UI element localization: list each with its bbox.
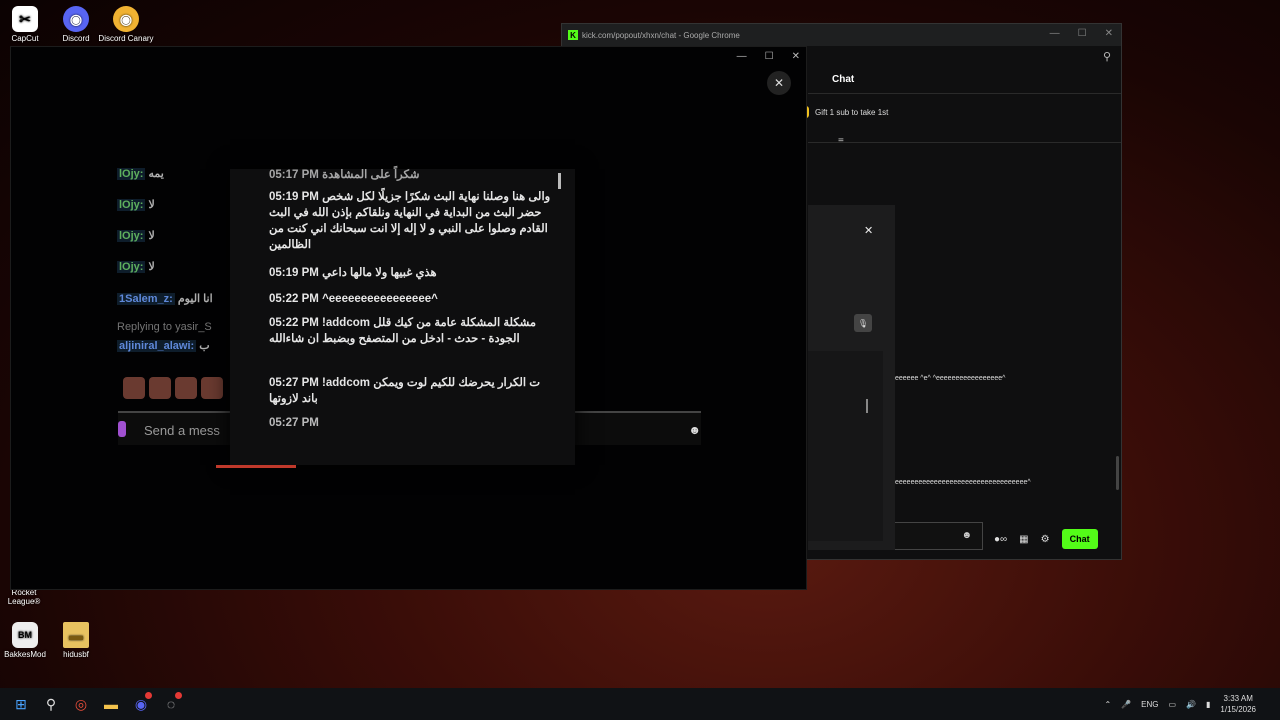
volume-icon[interactable]: 🔊 — [1186, 700, 1196, 709]
desktop-icon-label: hidusbf — [63, 650, 89, 659]
discord-taskbar-icon[interactable]: ◉ — [126, 688, 156, 720]
zoomed-image[interactable]: 05:17 PM شكراً على المشاهدة 05:19 PM وال… — [230, 169, 575, 465]
app-icon[interactable]: ◌ — [156, 688, 186, 720]
search-icon[interactable]: ⚲ — [36, 688, 66, 720]
zoomed-message: 05:22 PM ^eeeeeeeeeeeeeeee^ — [269, 293, 438, 305]
close-icon[interactable]: ✕ — [1105, 28, 1113, 39]
chrome-titlebar[interactable]: K kick.com/popout/xhxn/chat - Google Chr… — [562, 24, 1121, 46]
points-icon[interactable]: ●∞ — [994, 534, 1007, 545]
divider — [808, 142, 1121, 143]
zoomed-message: 05:27 PM — [269, 417, 319, 429]
chat-message: eeeeeeeeeeeeeeeeeeeeeeeeeeeeeeeeee^ — [895, 479, 1031, 486]
chat-toolbar: ●∞ ▦ ⚙ Chat — [994, 529, 1098, 549]
desktop-icon-rocket-league[interactable]: Rocket League® — [0, 588, 53, 606]
folder-icon: ▬ — [63, 622, 89, 648]
emoji-icon[interactable]: ☻ — [961, 530, 972, 541]
desktop-icon-hidusbf[interactable]: ▬ hidusbf — [46, 622, 106, 659]
taskbar: ⊞ ⚲ ◎ ▬ ◉ ◌ ⌃ 🎤 ENG ▭ 🔊 ▮ 3:33 AM 1/15/2… — [0, 688, 1280, 720]
close-icon[interactable]: ✕ — [792, 51, 800, 62]
send-chat-button[interactable]: Chat — [1061, 529, 1098, 549]
emote-icon[interactable] — [123, 377, 145, 399]
zoomed-message: 05:19 PM هذي غبيها ولا مالها داعي — [269, 267, 437, 279]
emoji-strip — [123, 377, 223, 399]
chat-message: lOjy: لا — [117, 230, 155, 242]
emote-icon[interactable] — [175, 377, 197, 399]
message-placeholder: Send a mess — [144, 423, 220, 438]
settings-icon[interactable]: ⚙ — [1041, 534, 1050, 545]
discord-window: — ☐ ✕ ✕ lOjy: يمه lOjy: لا lOjy: لا lOjy… — [10, 46, 807, 590]
chat-message: lOjy: لا — [117, 199, 155, 211]
modal-inner-panel — [808, 351, 883, 541]
battery-icon[interactable]: ▮ — [1206, 700, 1210, 709]
clock-time: 3:33 AM — [1223, 694, 1253, 703]
system-tray: ⌃ 🎤 ENG ▭ 🔊 ▮ 3:33 AM 1/15/2026 — [1104, 688, 1280, 720]
zoom-icon[interactable]: ⚲ — [1103, 50, 1111, 63]
gift-sub-banner[interactable]: Gift 1 sub to take 1st — [802, 106, 888, 118]
chat-input[interactable]: ☻ — [895, 522, 983, 550]
window-title: kick.com/popout/xhxn/chat - Google Chrom… — [582, 30, 740, 40]
language-indicator[interactable]: ENG — [1141, 700, 1158, 709]
capcut-icon: ✂ — [12, 6, 38, 32]
attach-icon[interactable] — [118, 421, 126, 437]
mic-icon[interactable]: 🎤 — [1121, 700, 1131, 709]
maximize-icon[interactable]: ☐ — [1078, 28, 1087, 39]
chat-message: aljiniral_alawi: ب — [117, 340, 210, 352]
image-viewer-close-button[interactable]: ✕ — [767, 71, 791, 95]
start-icon[interactable]: ⊞ — [6, 688, 36, 720]
image-scrollbar — [558, 173, 561, 189]
discord-icon: ◉ — [63, 6, 89, 32]
reply-indicator: Replying to yasir_S — [117, 321, 212, 333]
kick-logo-icon: K — [568, 30, 578, 40]
chat-message: lOjy: لا — [117, 261, 155, 273]
network-icon[interactable]: ▭ — [1168, 700, 1176, 709]
desktop-icon-discord-canary[interactable]: ◉ Discord Canary — [96, 6, 156, 43]
desktop-icon-label: Discord Canary — [98, 34, 154, 43]
desktop-icon-label: Rocket League® — [7, 588, 41, 606]
minimize-icon[interactable]: — — [1050, 28, 1060, 39]
chevron-up-icon[interactable]: ⌃ — [1104, 700, 1111, 709]
gift-text: Gift 1 sub to take 1st — [815, 107, 889, 117]
notification-badge — [175, 692, 182, 699]
window-controls: — ☐ ✕ — [737, 51, 800, 62]
zoomed-message: 05:17 PM شكراً على المشاهدة — [269, 169, 420, 181]
mic-icon[interactable]: 🎙 — [854, 314, 872, 332]
chat-message: 1Salem_z: انا اليوم — [117, 293, 213, 305]
store-icon[interactable]: ▦ — [1019, 534, 1028, 545]
discord-canary-icon: ◉ — [113, 6, 139, 32]
window-controls: — ☐ ✕ — [1050, 28, 1113, 39]
emote-icon[interactable] — [201, 377, 223, 399]
zoomed-message: 05:19 PM والى هنا وصلنا نهاية البث شكرًا… — [269, 191, 551, 251]
notification-badge — [145, 692, 152, 699]
maximize-icon[interactable]: ☐ — [765, 51, 774, 62]
clock-date: 1/15/2026 — [1220, 705, 1256, 714]
file-explorer-icon[interactable]: ▬ — [96, 688, 126, 720]
emote-icon[interactable] — [149, 377, 171, 399]
modal-scrollbar[interactable] — [866, 399, 868, 413]
chrome-icon[interactable]: ◎ — [66, 688, 96, 720]
chat-title: Chat — [832, 74, 855, 85]
modal-close-icon[interactable]: ✕ — [864, 224, 873, 237]
video-progress-bar[interactable] — [216, 465, 296, 468]
minimize-icon[interactable]: — — [737, 51, 747, 62]
bakkesmod-icon: BM — [12, 622, 38, 648]
zoomed-message: 05:27 PM !addcom ت الكرار يحرضك للكيم لو… — [269, 377, 541, 405]
chat-message: lOjy: يمه — [117, 168, 164, 180]
clock[interactable]: 3:33 AM 1/15/2026 — [1220, 693, 1256, 715]
zoomed-message: 05:22 PM !addcom مشكلة المشكلة عامة من ك… — [269, 317, 537, 345]
chat-scrollbar[interactable] — [1116, 456, 1119, 490]
chat-header: Chat — [808, 70, 1121, 94]
emoji-icon[interactable]: ☻ — [688, 423, 701, 437]
chat-message: eeeeee ^e^ ^eeeeeeeeeeeeeeeee^ — [895, 375, 1006, 382]
